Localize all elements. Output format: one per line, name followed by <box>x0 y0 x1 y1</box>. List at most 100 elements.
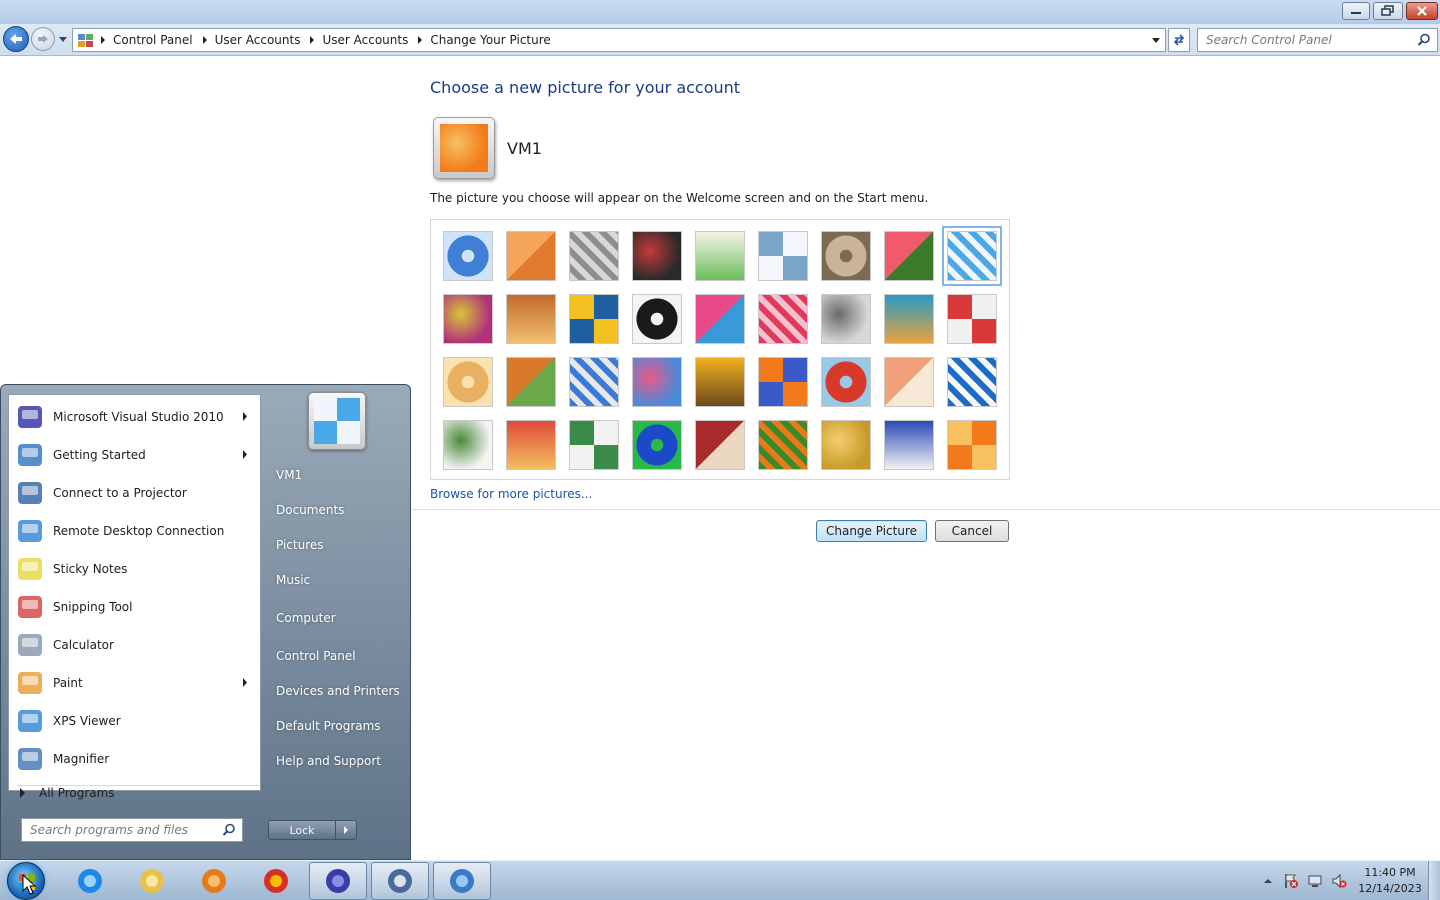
start-search-box[interactable] <box>21 818 243 842</box>
search-box[interactable] <box>1197 28 1438 52</box>
submenu-arrow-icon[interactable] <box>242 678 248 687</box>
start-link-computer[interactable]: Computer <box>276 611 336 625</box>
start-menu-user-picture[interactable] <box>308 392 366 450</box>
picture-option-yellow-leaf[interactable] <box>569 294 619 344</box>
picture-option-orange-flower[interactable] <box>947 420 997 470</box>
taskbar-internet-explorer-button[interactable] <box>61 862 119 900</box>
taskbar-media-player-button[interactable] <box>185 862 243 900</box>
all-programs-button[interactable]: All Programs <box>11 782 256 804</box>
taskbar-visual-studio-button[interactable] <box>309 862 367 900</box>
picture-option-lucky-cat[interactable] <box>695 231 745 281</box>
search-icon[interactable] <box>222 823 236 837</box>
start-program-xps-viewer[interactable]: XPS Viewer <box>11 703 258 739</box>
picture-option-vinyl-record[interactable] <box>632 231 682 281</box>
breadcrumb-user-accounts[interactable]: User Accounts <box>213 33 305 47</box>
picture-option-robot-figure[interactable] <box>569 231 619 281</box>
picture-option-butterfly[interactable] <box>758 420 808 470</box>
show-hidden-icons-icon[interactable] <box>1260 873 1276 889</box>
picture-option-border-collie[interactable] <box>632 294 682 344</box>
start-program-projector[interactable]: Connect to a Projector <box>11 475 258 511</box>
picture-option-toy-robot[interactable] <box>569 357 619 407</box>
start-program-paint[interactable]: Paint <box>11 665 258 701</box>
picture-option-goldfish[interactable] <box>758 357 808 407</box>
start-link-pictures[interactable]: Pictures <box>276 538 324 552</box>
start-link-documents[interactable]: Documents <box>276 503 344 517</box>
taskbar-windows-explorer-button[interactable] <box>123 862 181 900</box>
start-program-snipping-tool[interactable]: Snipping Tool <box>11 589 258 625</box>
show-desktop-button[interactable] <box>1428 861 1440 900</box>
breadcrumb-separator-icon[interactable] <box>412 28 428 52</box>
close-button[interactable] <box>1406 2 1438 20</box>
picture-option-roller-coaster[interactable] <box>443 231 493 281</box>
picture-option-red-rug[interactable] <box>695 420 745 470</box>
picture-option-striped-ball[interactable] <box>443 294 493 344</box>
picture-option-gyroscope[interactable] <box>758 231 808 281</box>
browse-pictures-link[interactable]: Browse for more pictures... <box>430 487 592 501</box>
picture-option-color-bars[interactable] <box>506 420 556 470</box>
picture-option-soccer-ball[interactable] <box>443 420 493 470</box>
recent-pages-dropdown-icon[interactable] <box>57 33 69 45</box>
taskbar-on-screen-keyboard-button[interactable] <box>371 862 429 900</box>
picture-option-red-star[interactable] <box>758 294 808 344</box>
address-bar[interactable]: Control Panel User Accounts User Account… <box>72 28 1166 52</box>
minimize-button[interactable] <box>1342 2 1370 20</box>
breadcrumb-change-your-picture[interactable]: Change Your Picture <box>428 33 554 47</box>
breadcrumb-separator-icon[interactable] <box>95 28 111 52</box>
breadcrumb-separator-icon[interactable] <box>304 28 320 52</box>
start-link-music[interactable]: Music <box>276 573 310 587</box>
start-program-visual-studio[interactable]: Microsoft Visual Studio 2010 <box>11 399 258 435</box>
start-link-devices-printers[interactable]: Devices and Printers <box>276 684 400 698</box>
picture-option-sunflower[interactable] <box>695 357 745 407</box>
search-input[interactable] <box>1206 33 1406 47</box>
shutdown-options-button[interactable] <box>335 820 357 840</box>
breadcrumb-user-accounts-sub[interactable]: User Accounts <box>320 33 412 47</box>
picture-option-hot-air-balloon[interactable] <box>821 357 871 407</box>
address-history-dropdown-icon[interactable] <box>1151 36 1161 44</box>
start-program-getting-started[interactable]: Getting Started <box>11 437 258 473</box>
picture-option-pinwheel[interactable] <box>942 226 1002 286</box>
refresh-button[interactable] <box>1168 28 1190 52</box>
taskbar-control-panel-button[interactable] <box>433 862 491 900</box>
system-clock[interactable]: 11:40 PM 12/14/2023 <box>1352 865 1428 897</box>
picture-option-golden-shell[interactable] <box>821 420 871 470</box>
picture-option-scarf[interactable] <box>632 357 682 407</box>
search-icon[interactable] <box>1417 33 1431 47</box>
action-center-flag-icon[interactable] <box>1283 873 1299 889</box>
network-icon[interactable] <box>1307 873 1323 889</box>
submenu-arrow-icon[interactable] <box>242 450 248 459</box>
picture-option-green-window[interactable] <box>632 420 682 470</box>
picture-option-clay-doll[interactable] <box>884 357 934 407</box>
picture-option-paper-crane[interactable] <box>947 294 997 344</box>
lock-button[interactable]: Lock <box>268 820 336 840</box>
picture-option-guitar[interactable] <box>443 357 493 407</box>
picture-option-crayons[interactable] <box>695 294 745 344</box>
picture-option-stairs[interactable] <box>884 294 934 344</box>
restore-button[interactable] <box>1373 2 1403 20</box>
picture-option-pink-flower[interactable] <box>884 231 934 281</box>
forward-button[interactable] <box>31 27 55 51</box>
picture-option-sleeping-kitten[interactable] <box>821 231 871 281</box>
picture-option-jacks[interactable] <box>821 294 871 344</box>
picture-option-pomeranian[interactable] <box>506 357 556 407</box>
picture-option-lighthouse[interactable] <box>884 420 934 470</box>
start-link-control-panel[interactable]: Control Panel <box>276 649 356 663</box>
back-button[interactable] <box>3 26 29 52</box>
start-search-input[interactable] <box>30 823 210 837</box>
start-link-default-programs[interactable]: Default Programs <box>276 719 381 733</box>
cancel-button[interactable]: Cancel <box>935 520 1009 542</box>
start-program-calculator[interactable]: Calculator <box>11 627 258 663</box>
picture-option-sailboat[interactable] <box>947 357 997 407</box>
start-program-remote-desktop[interactable]: Remote Desktop Connection <box>11 513 258 549</box>
volume-muted-icon[interactable] <box>1331 873 1347 889</box>
start-link-help-support[interactable]: Help and Support <box>276 754 381 768</box>
submenu-arrow-icon[interactable] <box>242 412 248 421</box>
start-program-magnifier[interactable]: Magnifier <box>11 741 258 777</box>
picture-option-marbles[interactable] <box>569 420 619 470</box>
picture-option-starfish[interactable] <box>506 231 556 281</box>
start-program-sticky-notes[interactable]: Sticky Notes <box>11 551 258 587</box>
change-picture-button[interactable]: Change Picture <box>816 520 927 542</box>
start-link-user[interactable]: VM1 <box>276 468 302 482</box>
taskbar-chrome-button[interactable] <box>247 862 305 900</box>
breadcrumb-separator-icon[interactable] <box>197 28 213 52</box>
breadcrumb-control-panel[interactable]: Control Panel <box>111 33 197 47</box>
